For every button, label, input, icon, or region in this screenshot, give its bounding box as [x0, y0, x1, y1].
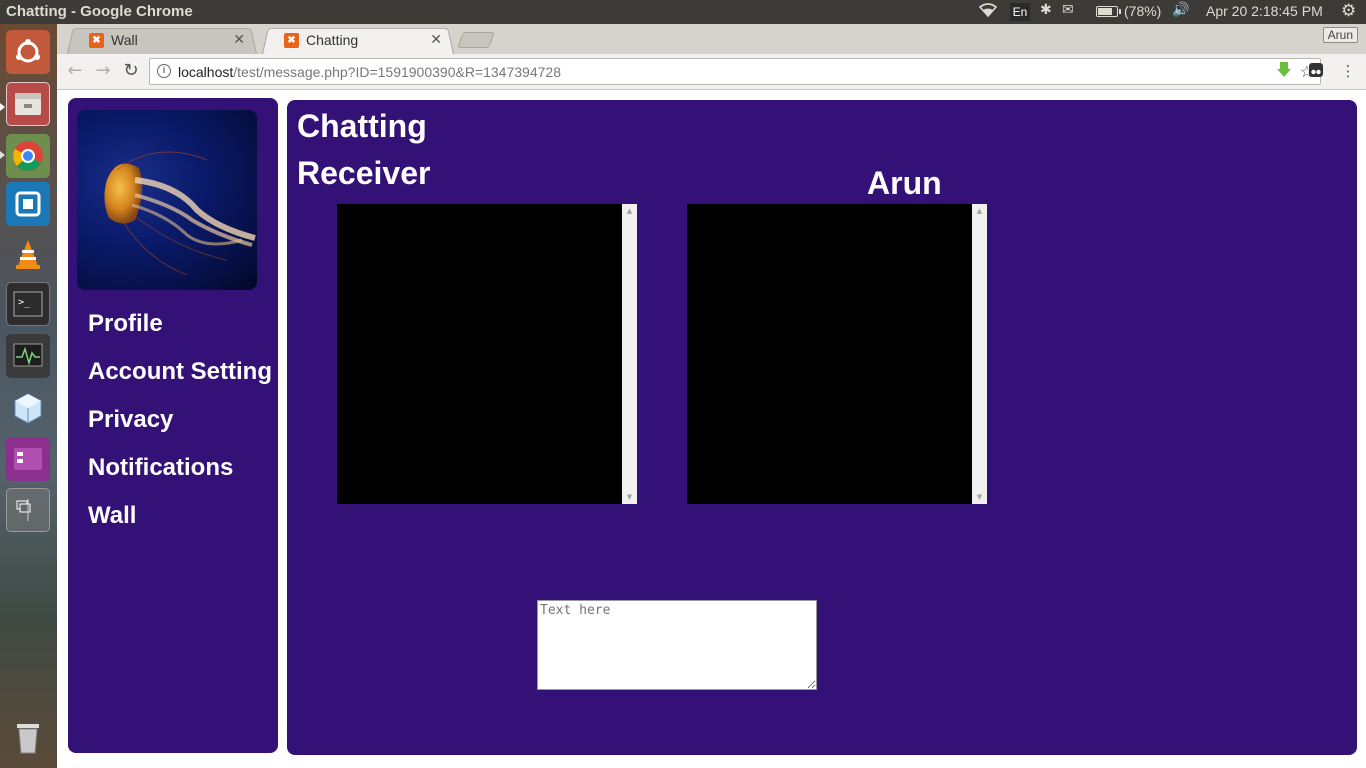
wifi-icon[interactable]	[978, 2, 998, 22]
sidebar-item-profile[interactable]: Profile	[88, 308, 272, 356]
info-icon[interactable]: i	[157, 64, 171, 78]
tab-strip: ✖ Wall ✕ ✖ Chatting ✕ Arun	[57, 24, 1366, 54]
main-panel: Chatting Receiver Arun ▲ ▼ ▲ ▼	[287, 100, 1357, 755]
scrollbar[interactable]: ▲ ▼	[622, 204, 637, 504]
scroll-down-arrow-icon[interactable]: ▼	[972, 490, 987, 504]
window-title: Chatting - Google Chrome	[6, 3, 193, 20]
scroll-up-arrow-icon[interactable]: ▲	[622, 204, 637, 218]
xampp-favicon-icon: ✖	[89, 33, 104, 48]
address-bar[interactable]: i localhost/test/message.php?ID=15919003…	[149, 58, 1321, 85]
software-icon[interactable]	[6, 437, 50, 481]
ubuntu-dash-icon[interactable]	[6, 30, 50, 74]
power-gear-icon[interactable]: ⚙	[1341, 1, 1356, 21]
sidebar-item-wall[interactable]: Wall	[88, 500, 272, 548]
remmina-icon[interactable]	[6, 182, 50, 226]
sent-messages-box[interactable]: ▲ ▼	[337, 204, 637, 504]
tab-close-icon[interactable]: ✕	[233, 31, 245, 48]
clock[interactable]: Apr 20 2:18:45 PM	[1206, 3, 1323, 19]
svg-text:>_: >_	[18, 297, 31, 308]
profile-button[interactable]: Arun	[1322, 27, 1358, 43]
scrollbar[interactable]: ▲ ▼	[972, 204, 987, 504]
unity-launcher: >_	[0, 24, 57, 768]
sidebar-item-privacy[interactable]: Privacy	[88, 404, 272, 452]
trash-icon[interactable]	[6, 716, 50, 760]
tab-wall[interactable]: ✖ Wall ✕	[67, 26, 257, 54]
active-indicator	[0, 103, 5, 111]
vlc-icon[interactable]	[6, 232, 50, 276]
web-page: Profile Account Setting Privacy Notifica…	[57, 90, 1366, 768]
keyboard-layout-indicator[interactable]: En	[1010, 3, 1030, 21]
virtualbox-icon[interactable]	[6, 386, 50, 430]
url-host: localhost	[178, 64, 234, 80]
url-text[interactable]: localhost/test/message.php?ID=1591900390…	[178, 64, 561, 80]
new-tab-button[interactable]	[457, 32, 495, 48]
terminal-icon[interactable]: >_	[6, 282, 50, 326]
running-indicator	[0, 151, 5, 159]
browser-toolbar: ← → ↻ i localhost/test/message.php?ID=15…	[57, 54, 1366, 90]
incognito-extension-icon[interactable]	[1306, 61, 1326, 81]
back-arrow-icon[interactable]: ←	[63, 60, 87, 84]
chrome-icon[interactable]	[6, 134, 50, 178]
page-title: Chatting	[297, 108, 427, 144]
files-icon[interactable]	[6, 82, 50, 126]
workspaces-icon[interactable]	[6, 488, 50, 532]
reload-icon[interactable]: ↻	[119, 60, 143, 84]
download-extension-icon[interactable]	[1274, 61, 1294, 81]
battery-level-fill	[1098, 8, 1113, 15]
forward-arrow-icon[interactable]: →	[91, 60, 115, 84]
sidebar-item-account-setting[interactable]: Account Setting	[88, 356, 272, 404]
tab-chatting[interactable]: ✖ Chatting ✕	[262, 26, 454, 54]
sidebar-nav: Profile Account Setting Privacy Notifica…	[88, 308, 272, 548]
system-top-panel: Chatting - Google Chrome En ✱ ✉ (78%) 🔊 …	[0, 0, 1366, 24]
scroll-down-arrow-icon[interactable]: ▼	[622, 490, 637, 504]
jellyfish-image	[104, 151, 256, 276]
volume-icon[interactable]: 🔊	[1172, 2, 1189, 18]
battery-percent: (78%)	[1124, 3, 1162, 19]
message-input[interactable]	[537, 600, 817, 690]
tab-label: Wall	[111, 32, 138, 48]
tab-label: Chatting	[306, 32, 359, 48]
battery-icon[interactable]	[1096, 6, 1121, 17]
xampp-favicon-icon: ✖	[284, 33, 299, 48]
receiver-name: Arun	[867, 165, 942, 201]
system-monitor-icon[interactable]	[6, 334, 50, 378]
mail-icon[interactable]: ✉	[1062, 2, 1074, 18]
avatar[interactable]	[77, 110, 257, 290]
sidebar-item-notifications[interactable]: Notifications	[88, 452, 272, 500]
scroll-up-arrow-icon[interactable]: ▲	[972, 204, 987, 218]
receiver-label: Receiver	[297, 155, 431, 191]
bluetooth-icon[interactable]: ✱	[1040, 2, 1052, 18]
tab-close-icon[interactable]: ✕	[430, 31, 442, 48]
sidebar: Profile Account Setting Privacy Notifica…	[68, 98, 278, 753]
menu-kebab-icon[interactable]: ⋮	[1338, 61, 1358, 81]
url-path: /test/message.php?ID=1591900390&R=134739…	[233, 64, 561, 80]
received-messages-box[interactable]: ▲ ▼	[687, 204, 987, 504]
